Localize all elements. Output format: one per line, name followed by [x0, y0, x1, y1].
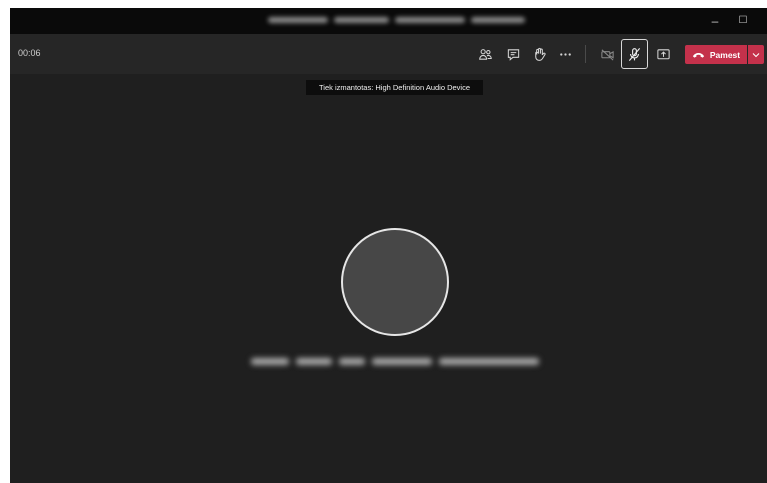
call-status-redacted — [251, 354, 541, 368]
mic-muted-icon — [628, 47, 641, 61]
participants-button[interactable] — [472, 41, 498, 67]
camera-toggle-button[interactable] — [594, 41, 620, 67]
more-options-button[interactable] — [552, 41, 578, 67]
toolbar-divider — [585, 45, 586, 63]
call-timer: 00:06 — [18, 48, 41, 58]
share-screen-icon — [656, 48, 670, 59]
raise-hand-button[interactable] — [526, 41, 552, 67]
teams-call-window: – ☐ ✕ 00:06 — [10, 8, 767, 483]
chat-icon — [507, 48, 519, 61]
call-toolbar: 00:06 Pamest — [10, 34, 767, 74]
title-bar: – ☐ ✕ — [10, 8, 767, 34]
chevron-down-icon — [752, 52, 760, 57]
raise-hand-icon — [534, 47, 546, 61]
maximize-button[interactable]: ☐ — [732, 11, 754, 31]
leave-call-label: Pamest — [709, 49, 741, 60]
participants-icon — [478, 48, 492, 60]
avatar — [341, 228, 449, 336]
share-screen-button[interactable] — [650, 41, 676, 67]
mic-toggle-button[interactable] — [621, 39, 648, 69]
audio-device-tooltip: Tiek izmantotas: High Definition Audio D… — [306, 80, 483, 95]
leave-call-button[interactable]: Pamest — [685, 45, 747, 64]
leave-options-button[interactable] — [748, 45, 764, 64]
camera-off-icon — [600, 48, 614, 61]
close-button[interactable]: ✕ — [760, 11, 767, 31]
minimize-button[interactable]: – — [704, 11, 726, 31]
hang-up-icon — [692, 52, 704, 58]
window-title-redacted — [268, 15, 530, 25]
chat-button[interactable] — [500, 41, 526, 67]
more-options-icon — [559, 52, 571, 56]
